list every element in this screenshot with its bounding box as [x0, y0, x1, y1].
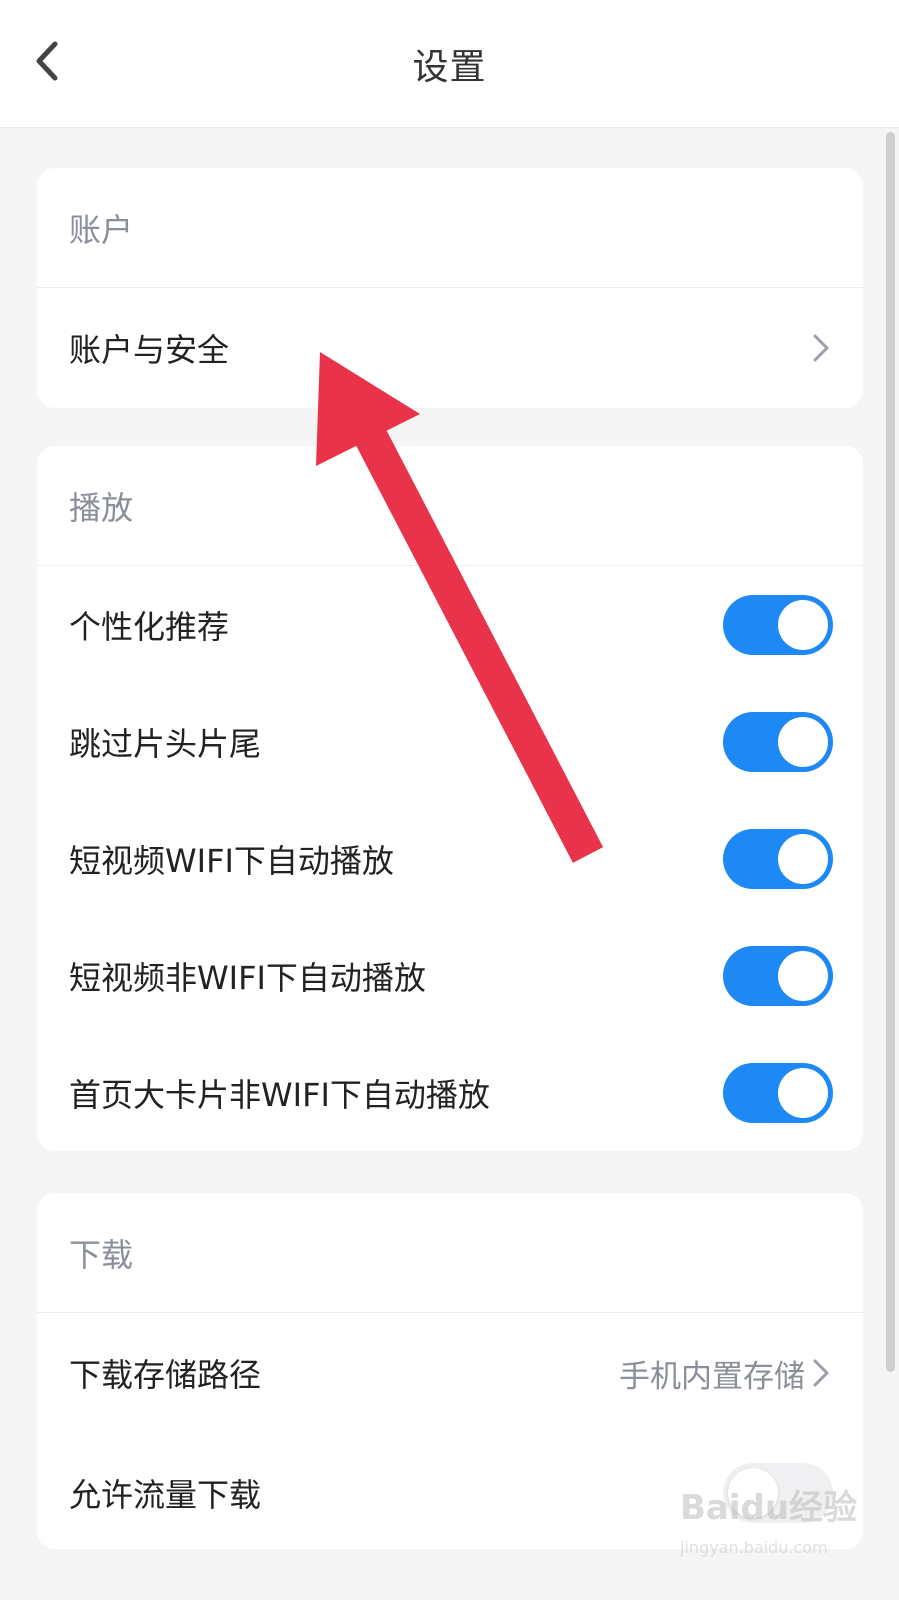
download-path-row[interactable]: 下载存储路径 手机内置存储: [37, 1313, 863, 1433]
watermark-url: jingyan.baidu.com: [680, 1538, 828, 1557]
homepage-card-non-wifi-autoplay-toggle[interactable]: [723, 1062, 833, 1123]
playback-section: 播放 个性化推荐 跳过片头片尾 短视频WIFI下自动播放 短视频非WIFI下自动…: [37, 446, 863, 1151]
toggle-knob: [778, 1067, 828, 1118]
top-bar: 设置: [0, 0, 899, 128]
skip-intro-outro-row: 跳过片头片尾: [37, 683, 863, 800]
homepage-card-non-wifi-autoplay-row: 首页大卡片非WIFI下自动播放: [37, 1034, 863, 1151]
row-label: 账户与安全: [69, 331, 230, 369]
row-label: 短视频WIFI下自动播放: [69, 841, 394, 880]
row-label: 跳过片头片尾: [69, 724, 262, 763]
toggle-knob: [778, 833, 828, 884]
chevron-right-icon: [813, 1359, 829, 1387]
toggle-knob: [778, 716, 828, 767]
scrollbar[interactable]: [886, 132, 895, 1372]
toggle-knob: [778, 599, 828, 650]
short-video-wifi-autoplay-toggle[interactable]: [723, 828, 833, 889]
row-label: 个性化推荐: [69, 607, 230, 646]
baidu-watermark: Baidu经验 jingyan.baidu.com: [680, 1480, 880, 1590]
row-label: 短视频非WIFI下自动播放: [69, 958, 426, 997]
toggle-knob: [778, 950, 828, 1001]
page-title: 设置: [412, 47, 487, 88]
short-video-non-wifi-autoplay-toggle[interactable]: [723, 945, 833, 1006]
skip-intro-outro-toggle[interactable]: [723, 711, 833, 772]
account-section: 账户 账户与安全: [37, 168, 863, 408]
section-title-account: 账户: [37, 168, 863, 288]
row-label: 首页大卡片非WIFI下自动播放: [69, 1075, 490, 1114]
short-video-wifi-autoplay-row: 短视频WIFI下自动播放: [37, 800, 863, 917]
section-title-download: 下载: [37, 1193, 863, 1313]
short-video-non-wifi-autoplay-row: 短视频非WIFI下自动播放: [37, 917, 863, 1034]
watermark-logo: Baidu经验: [680, 1488, 858, 1528]
personalized-recommend-row: 个性化推荐: [37, 566, 863, 683]
account-security-row[interactable]: 账户与安全: [37, 288, 863, 408]
settings-page: 设置 账户 账户与安全 播放 个性化推荐 跳过片头片尾 短视频WIFI下自动播放…: [0, 0, 899, 1600]
row-label: 下载存储路径: [69, 1356, 262, 1394]
row-value: 手机内置存储: [619, 1358, 805, 1395]
chevron-right-icon: [813, 334, 829, 362]
download-path-value: 手机内置存储: [619, 1351, 833, 1396]
personalized-recommend-toggle[interactable]: [723, 594, 833, 655]
row-label: 允许流量下载: [69, 1476, 262, 1514]
section-title-playback: 播放: [37, 446, 863, 566]
